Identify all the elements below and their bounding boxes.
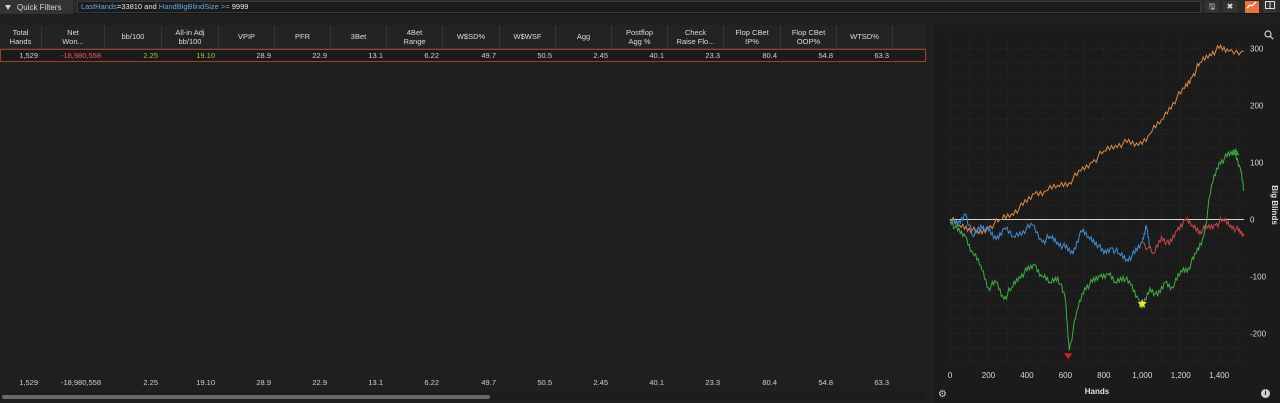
filter-field-last-hands: LastHands: [81, 2, 117, 11]
y-tick-label: -200: [1250, 329, 1267, 338]
footer-cell: 28.9: [256, 378, 271, 387]
column-header[interactable]: 3Bet: [331, 25, 387, 48]
filter-operator: >=: [218, 2, 232, 11]
filter-bar: Quick Filters LastHands=33810 and HandBi…: [0, 0, 1280, 14]
x-tick-label: 400: [1020, 371, 1034, 380]
filter-value-1: =33810 and: [116, 2, 159, 11]
graph-panel: 0 200 400 600 800 1,000 1,200 1,400 300 200 100 0 -1…: [934, 25, 1280, 403]
column-header[interactable]: VPIP: [219, 25, 275, 48]
column-header[interactable]: Postflop Agg %: [612, 25, 668, 48]
stats-table: Total Hands Net Won... bb/100 All-in Adj bb…: [0, 25, 926, 62]
winnings-graph: 0 200 400 600 800 1,000 1,200 1,400 300 200 100 0 -1…: [948, 37, 1279, 396]
y-tick-label: 100: [1250, 158, 1264, 167]
column-header[interactable]: PFR: [275, 25, 331, 48]
y-tick-label: 0: [1250, 215, 1255, 224]
columns-icon[interactable]: [1263, 1, 1277, 13]
column-header[interactable]: Total Hands: [0, 25, 42, 48]
x-tick-label: 200: [982, 371, 996, 380]
footer-cell: 6.22: [424, 378, 439, 387]
y-tick-label: -100: [1250, 272, 1267, 281]
table-cell: 6.22: [424, 51, 439, 60]
column-header[interactable]: WTSD%: [837, 25, 893, 48]
footer-cell: 80.4: [762, 378, 777, 387]
column-header[interactable]: Flop CBet IP%: [724, 25, 781, 48]
filter-value-2: 9999: [231, 2, 249, 11]
table-cell: 1,529: [19, 51, 38, 60]
table-cell: 22.9: [312, 51, 327, 60]
footer-cell: 2.25: [143, 378, 158, 387]
chart-icon[interactable]: [1245, 1, 1259, 13]
table-row[interactable]: 1,529 -18,980,558 2.25 19.10 28.9 22.9 13.1 6.2…: [0, 49, 926, 62]
search-icon[interactable]: [1264, 30, 1274, 42]
close-icon[interactable]: ✖: [1223, 1, 1237, 13]
x-tick-label: 1,200: [1171, 371, 1192, 380]
footer-cell: 23.3: [705, 378, 720, 387]
funnel-icon: [5, 4, 11, 10]
table-cell: 13.1: [368, 51, 383, 60]
quick-filters-label: Quick Filters: [17, 2, 62, 12]
footer-cell: 1,529: [19, 378, 38, 387]
table-cell: 2.25: [143, 51, 158, 60]
table-cell: 49.7: [481, 51, 496, 60]
column-header[interactable]: All-in Adj bb/100: [162, 25, 219, 48]
table-cell: 2.45: [593, 51, 608, 60]
column-header[interactable]: Flop CBet OOP%: [781, 25, 837, 48]
table-cell: 54.8: [818, 51, 833, 60]
column-header[interactable]: 4Bet Range: [387, 25, 443, 48]
info-icon[interactable]: i: [1261, 389, 1270, 398]
column-header[interactable]: W$WSF: [500, 25, 556, 48]
table-cell: 28.9: [256, 51, 271, 60]
x-tick-label: 1,000: [1132, 371, 1153, 380]
save-icon[interactable]: 🖫: [1205, 1, 1219, 13]
y-tick-label: 300: [1250, 44, 1264, 53]
filter-field-big-blind: HandBigBlindSize: [158, 2, 219, 11]
table-cell: 19.10: [196, 51, 215, 60]
x-tick-label: 800: [1097, 371, 1111, 380]
filter-query-input[interactable]: LastHands=33810 and HandBigBlindSize >= …: [77, 1, 1201, 13]
horizontal-scrollbar[interactable]: [0, 393, 926, 401]
column-header[interactable]: W$SD%: [443, 25, 500, 48]
y-tick-label: 200: [1250, 101, 1264, 110]
footer-cell: 40.1: [649, 378, 664, 387]
x-tick-label: 600: [1059, 371, 1073, 380]
footer-cell: -18,980,558: [60, 378, 101, 387]
footer-cell: 63.3: [874, 378, 889, 387]
series-line: [949, 212, 1151, 263]
footer-cell: 50.5: [537, 378, 552, 387]
column-header[interactable]: bb/100: [105, 25, 162, 48]
quick-filters-button[interactable]: Quick Filters: [0, 0, 73, 14]
footer-cell: 2.45: [593, 378, 608, 387]
table-cell: 50.5: [537, 51, 552, 60]
footer-cell: 49.7: [481, 378, 496, 387]
table-cell: 80.4: [762, 51, 777, 60]
column-header[interactable]: Agg: [556, 25, 612, 48]
footer-cell: 19.10: [196, 378, 215, 387]
table-cell: 40.1: [649, 51, 664, 60]
x-tick-label: 1,400: [1209, 371, 1230, 380]
column-header[interactable]: Check Raise Flo...: [668, 25, 724, 48]
table-header: Total Hands Net Won... bb/100 All-in Adj bb…: [0, 25, 926, 49]
settings-gear-icon[interactable]: ⚙: [938, 389, 947, 400]
footer-cell: 54.8: [818, 378, 833, 387]
x-tick-label: 0: [948, 371, 953, 380]
footer-cell: 13.1: [368, 378, 383, 387]
x-axis-label: Hands: [1085, 387, 1110, 396]
table-cell: 63.3: [874, 51, 889, 60]
table-footer-totals: 1,529 -18,980,558 2.25 19.10 28.9 22.9 13.1 6.2…: [0, 377, 926, 389]
footer-cell: 22.9: [312, 378, 327, 387]
column-header[interactable]: Net Won...: [42, 25, 105, 48]
y-axis-label: Big Blinds: [1270, 185, 1279, 225]
scrollbar-thumb[interactable]: [2, 395, 490, 399]
table-cell: 23.3: [705, 51, 720, 60]
chart-grid: [949, 37, 1244, 363]
table-cell: -18,980,558: [60, 51, 101, 60]
